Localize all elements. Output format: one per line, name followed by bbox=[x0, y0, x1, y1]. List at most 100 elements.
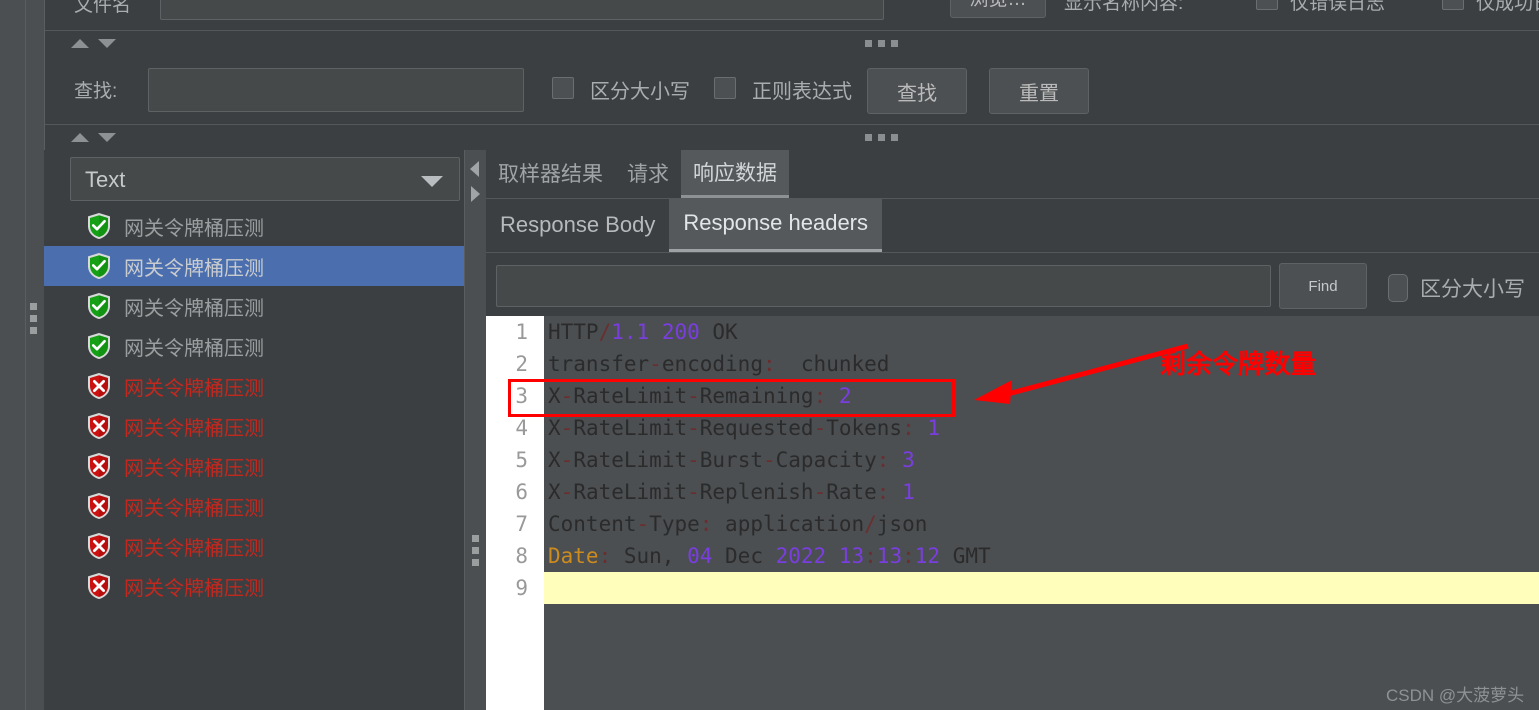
case-sensitive-checkbox[interactable] bbox=[552, 77, 574, 99]
tree-row-label: 网关令牌桶压测 bbox=[124, 377, 264, 400]
tab-0[interactable]: 取样器结果 bbox=[486, 150, 615, 198]
find-button[interactable]: 查找 bbox=[867, 68, 967, 114]
collapse-up-icon-1[interactable] bbox=[71, 39, 89, 48]
collapse-down-icon-1[interactable] bbox=[98, 39, 116, 48]
regex-checkbox[interactable] bbox=[714, 77, 736, 99]
render-type-combobox[interactable]: Text bbox=[70, 157, 460, 201]
code-line[interactable]: Content-Type: application/json bbox=[544, 508, 1539, 540]
search-input[interactable] bbox=[148, 68, 524, 112]
code-line[interactable] bbox=[544, 572, 1539, 604]
tree-row[interactable]: 网关令牌桶压测 bbox=[44, 526, 464, 566]
left-results-panel: Text 网关令牌桶压测 网关令牌桶压测 网关令牌桶压测 网关令牌桶压测 网关令牌桶压测… bbox=[44, 150, 464, 710]
line-number: 5 bbox=[515, 448, 528, 472]
response-find-bar: Find 区分大小写 bbox=[486, 253, 1539, 316]
status-error-shield-icon bbox=[86, 492, 112, 520]
top-checkbox-1[interactable] bbox=[1256, 0, 1278, 10]
case-sensitive-label: 区分大小写 bbox=[590, 81, 690, 103]
code-token-key bbox=[649, 320, 662, 344]
splitter-handle-dots-2[interactable] bbox=[865, 134, 898, 141]
collapse-right-icon[interactable] bbox=[471, 186, 480, 202]
status-error-shield-icon bbox=[86, 372, 112, 400]
code-token-key: Dec bbox=[712, 544, 776, 568]
code-token-key: Type bbox=[649, 512, 700, 536]
subtab-1[interactable]: Response headers bbox=[669, 199, 883, 252]
display-name-label: 显示名称内容: bbox=[1064, 0, 1184, 14]
line-number: 7 bbox=[515, 512, 528, 536]
code-token-key: Tokens bbox=[826, 416, 903, 440]
splitter-handle-dots-1[interactable] bbox=[865, 40, 898, 47]
collapse-left-icon[interactable] bbox=[470, 161, 479, 177]
tree-row[interactable]: 网关令牌桶压测 bbox=[44, 206, 464, 246]
code-token-punct: : bbox=[876, 448, 890, 472]
watermark: CSDN @大菠萝头 bbox=[1386, 686, 1525, 705]
sub-tabs: Response Body Response headers bbox=[486, 199, 883, 252]
tree-row[interactable]: 网关令牌桶压测 bbox=[44, 246, 464, 286]
splitter-middle[interactable] bbox=[44, 124, 1539, 152]
code-token-num: 1.1 bbox=[611, 320, 650, 344]
line-number: 6 bbox=[515, 480, 528, 504]
tab-1[interactable]: 请求 bbox=[615, 150, 681, 198]
code-token-key: Burst bbox=[699, 448, 763, 472]
subtab-0[interactable]: Response Body bbox=[486, 199, 669, 252]
response-case-sensitive-checkbox[interactable] bbox=[1388, 274, 1408, 302]
code-token-num: 1 bbox=[927, 416, 941, 440]
code-token-punct: / bbox=[864, 512, 877, 536]
status-error-shield-icon bbox=[86, 572, 112, 600]
code-token-key: GMT bbox=[940, 544, 991, 568]
code-token-punct: : bbox=[864, 544, 877, 568]
code-token-punct: - bbox=[813, 480, 827, 504]
annotation-arrow-icon bbox=[974, 343, 1189, 404]
collapse-up-icon-2[interactable] bbox=[71, 133, 89, 142]
tree-row[interactable]: 网关令牌桶压测 bbox=[44, 446, 464, 486]
filename-input[interactable] bbox=[160, 0, 884, 20]
tree-row[interactable]: 网关令牌桶压测 bbox=[44, 486, 464, 526]
collapse-down-icon-2[interactable] bbox=[98, 133, 116, 142]
code-token-key bbox=[915, 416, 928, 440]
tree-row[interactable]: 网关令牌桶压测 bbox=[44, 286, 464, 326]
code-token-key: json bbox=[876, 512, 928, 536]
code-token-punct: : bbox=[902, 416, 915, 440]
code-token-punct: - bbox=[560, 480, 574, 504]
code-token-key bbox=[826, 544, 839, 568]
tree-row[interactable]: 网关令牌桶压测 bbox=[44, 566, 464, 606]
code-token-key: Rate bbox=[826, 480, 877, 504]
response-case-sensitive-label: 区分大小写 bbox=[1420, 278, 1525, 301]
line-number-gutter: 123456789 bbox=[486, 316, 544, 710]
tab-active-2[interactable]: 响应数据 bbox=[681, 150, 789, 198]
code-token-punct: - bbox=[813, 416, 827, 440]
response-find-input[interactable] bbox=[496, 265, 1271, 307]
search-label: 查找: bbox=[74, 81, 118, 102]
chevron-down-icon[interactable] bbox=[421, 176, 443, 187]
code-line[interactable]: Date: Sun, 04 Dec 2022 13:13:12 GMT bbox=[544, 540, 1539, 572]
search-toolbar: 查找: 区分大小写 正则表达式 查找 重置 bbox=[44, 56, 1539, 124]
tree-row[interactable]: 网关令牌桶压测 bbox=[44, 406, 464, 446]
tree-row[interactable]: 网关令牌桶压测 bbox=[44, 326, 464, 366]
code-token-punct: : bbox=[762, 352, 776, 376]
top-checkbox-1-label: 仅错误日志 bbox=[1290, 0, 1386, 14]
regex-label: 正则表达式 bbox=[752, 81, 852, 103]
code-token-key: encoding bbox=[661, 352, 763, 376]
top-checkbox-2[interactable] bbox=[1442, 0, 1464, 10]
results-tree[interactable]: 网关令牌桶压测 网关令牌桶压测 网关令牌桶压测 网关令牌桶压测 网关令牌桶压测 网关令牌桶… bbox=[44, 206, 464, 710]
reset-button[interactable]: 重置 bbox=[989, 68, 1089, 114]
code-token-punct: - bbox=[649, 352, 662, 376]
splitter-top[interactable] bbox=[44, 30, 1539, 58]
code-token-key: OK bbox=[699, 320, 738, 344]
code-token-punct: - bbox=[560, 416, 574, 440]
code-line[interactable]: X-RateLimit-Replenish-Rate: 1 bbox=[544, 476, 1539, 508]
center-splitter-handle-dots[interactable] bbox=[472, 535, 479, 566]
tree-row-label: 网关令牌桶压测 bbox=[124, 537, 264, 560]
code-token-num: 3 bbox=[902, 448, 915, 472]
center-splitter[interactable] bbox=[464, 150, 488, 710]
code-token-punct: : bbox=[902, 544, 915, 568]
response-find-button[interactable]: Find bbox=[1279, 263, 1367, 309]
status-error-shield-icon bbox=[86, 452, 112, 480]
tree-row[interactable]: 网关令牌桶压测 bbox=[44, 366, 464, 406]
status-ok-shield-icon bbox=[86, 252, 112, 280]
browse-button[interactable]: 浏览… bbox=[950, 0, 1046, 18]
tree-row-label: 网关令牌桶压测 bbox=[124, 457, 264, 480]
code-token-key: transfer bbox=[548, 352, 650, 376]
left-rail-handle-dots[interactable] bbox=[30, 303, 37, 334]
code-token-key: RateLimit bbox=[573, 448, 688, 472]
code-line[interactable]: X-RateLimit-Burst-Capacity: 3 bbox=[544, 444, 1539, 476]
